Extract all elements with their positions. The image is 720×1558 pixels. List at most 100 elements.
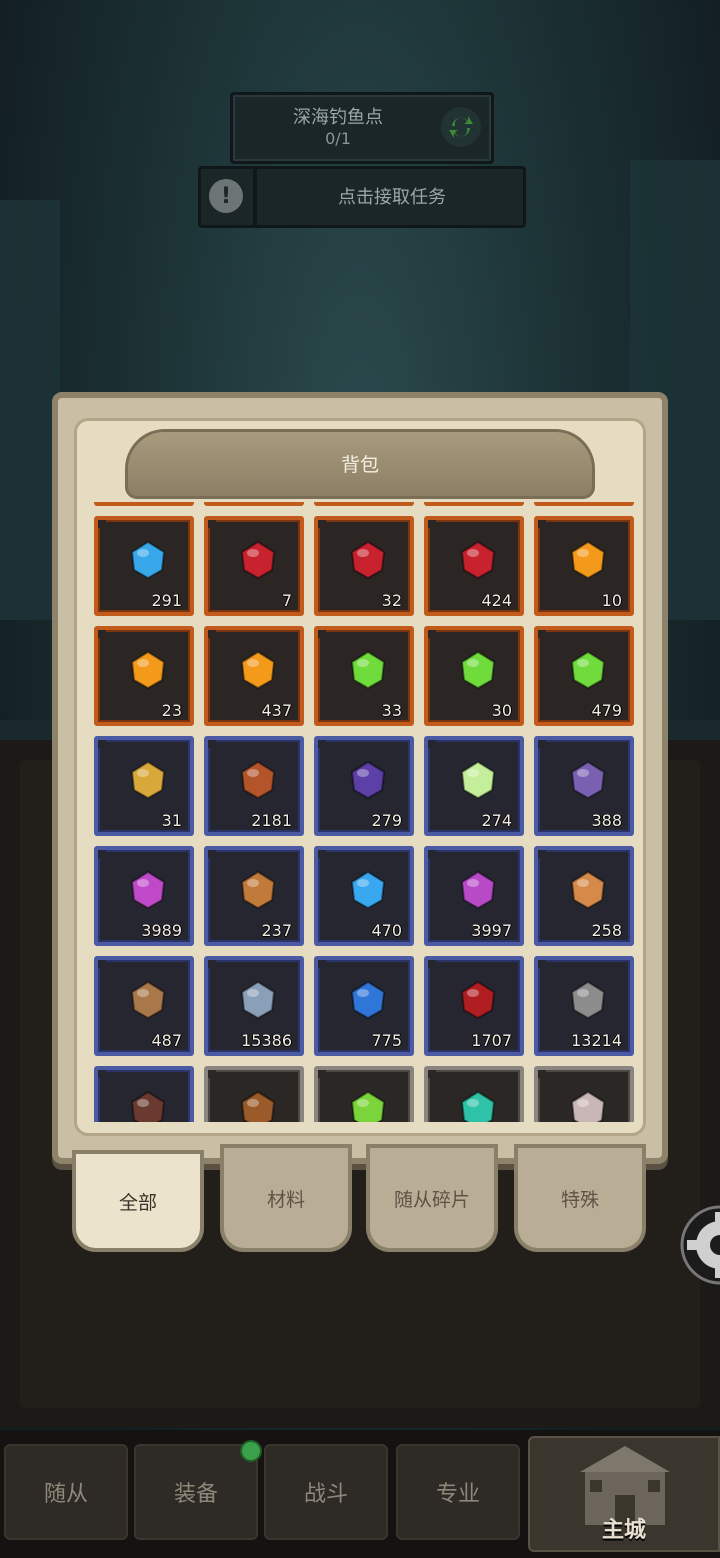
refresh-icon xyxy=(449,116,473,138)
tab-follower-shards[interactable]: 随从碎片 xyxy=(366,1144,498,1252)
bronze-armor-icon xyxy=(240,760,276,800)
gold-emblem-icon xyxy=(130,760,166,800)
item-slot[interactable]: 437 xyxy=(204,626,304,726)
item-count: 7 xyxy=(281,591,292,610)
item-slot[interactable] xyxy=(204,502,304,506)
item-slot[interactable] xyxy=(314,1066,414,1122)
purple-armor-icon xyxy=(350,760,386,800)
item-count: 437 xyxy=(261,701,292,720)
green-slime-icon xyxy=(460,760,496,800)
nav-main-city[interactable]: 主城 xyxy=(528,1436,720,1552)
green-gem-ore-icon xyxy=(460,650,496,690)
quest-tracker[interactable]: 深海钓鱼点 0/1 xyxy=(230,92,494,164)
horned-helmet-icon xyxy=(240,980,276,1020)
iron-helmet-icon xyxy=(570,980,606,1020)
frost-orb-icon xyxy=(350,870,386,910)
item-slot[interactable]: 31 xyxy=(94,736,194,836)
notification-dot-icon xyxy=(240,1440,262,1462)
nav-battle[interactable]: 战斗 xyxy=(264,1444,388,1540)
nav-equipment-label: 装备 xyxy=(173,1482,218,1507)
item-slot[interactable]: 237 xyxy=(204,846,304,946)
item-slot[interactable]: 32 xyxy=(314,516,414,616)
item-slot[interactable]: 479 xyxy=(534,626,634,726)
item-count: 15386 xyxy=(241,1031,292,1050)
bag-panel: 背包 291 7 32 424 10 23 437 33 30 479 31 2181 279 274 38… xyxy=(52,392,668,1164)
item-slot[interactable] xyxy=(314,502,414,506)
nav-followers[interactable]: 随从 xyxy=(4,1444,128,1540)
item-count: 31 xyxy=(161,811,182,830)
item-slot[interactable]: 388 xyxy=(534,736,634,836)
item-slot[interactable]: 3989 xyxy=(94,846,194,946)
tab-all[interactable]: 全部 xyxy=(72,1150,204,1252)
blue-crystal-icon xyxy=(130,540,166,580)
red-ore-icon xyxy=(350,540,386,580)
item-grid-viewport[interactable]: 291 7 32 424 10 23 437 33 30 479 31 2181 279 274 388 39… xyxy=(92,502,640,1122)
item-slot[interactable]: 3997 xyxy=(424,846,524,946)
nav-equipment[interactable]: 装备 xyxy=(134,1440,262,1540)
bag-title: 背包 xyxy=(340,454,379,476)
accept-task-button[interactable]: ! 点击接取任务 xyxy=(198,166,526,228)
magenta-armor-icon xyxy=(130,870,166,910)
item-count: 3989 xyxy=(141,921,182,940)
accept-task-label: 点击接取任务 xyxy=(338,187,446,208)
item-count: 424 xyxy=(481,591,512,610)
item-slot[interactable]: 23 xyxy=(94,626,194,726)
fire-orb-icon xyxy=(570,540,606,580)
green-leaf-icon xyxy=(350,1090,386,1122)
item-count: 23 xyxy=(161,701,182,720)
item-count: 291 xyxy=(151,591,182,610)
item-slot[interactable]: 258 xyxy=(534,846,634,946)
item-slot[interactable] xyxy=(534,502,634,506)
item-slot[interactable] xyxy=(94,1066,194,1122)
item-slot[interactable]: 487 xyxy=(94,956,194,1056)
item-count: 30 xyxy=(491,701,512,720)
nav-profession[interactable]: 专业 xyxy=(396,1444,520,1540)
item-slot[interactable]: 30 xyxy=(424,626,524,726)
item-count: 258 xyxy=(591,921,622,940)
fire-orb-icon xyxy=(240,650,276,690)
item-count: 13214 xyxy=(571,1031,622,1050)
tab-materials[interactable]: 材料 xyxy=(220,1144,352,1252)
brown-rock-icon xyxy=(130,980,166,1020)
refresh-quest-button[interactable] xyxy=(441,107,481,147)
item-slot[interactable]: 10 xyxy=(534,516,634,616)
tab-special[interactable]: 特殊 xyxy=(514,1144,646,1252)
pale-stone-icon xyxy=(570,1090,606,1122)
item-count: 479 xyxy=(591,701,622,720)
item-slot[interactable]: 279 xyxy=(314,736,414,836)
item-count: 470 xyxy=(371,921,402,940)
quest-progress: 0/1 xyxy=(325,129,351,148)
magenta-cape-icon xyxy=(460,870,496,910)
item-slot[interactable]: 33 xyxy=(314,626,414,726)
green-gem-ore-icon xyxy=(350,650,386,690)
item-slot[interactable]: 291 xyxy=(94,516,194,616)
quest-title: 深海钓鱼点 xyxy=(293,107,383,128)
item-slot[interactable]: 775 xyxy=(314,956,414,1056)
item-slot[interactable]: 13214 xyxy=(534,956,634,1056)
brown-bag-icon xyxy=(240,1090,276,1122)
item-slot[interactable] xyxy=(424,1066,524,1122)
item-count: 10 xyxy=(601,591,622,610)
item-slot[interactable] xyxy=(534,1066,634,1122)
item-slot[interactable] xyxy=(424,502,524,506)
item-slot[interactable]: 274 xyxy=(424,736,524,836)
item-count: 32 xyxy=(381,591,402,610)
item-slot[interactable]: 7 xyxy=(204,516,304,616)
item-count: 3997 xyxy=(471,921,512,940)
item-slot[interactable]: 2181 xyxy=(204,736,304,836)
teal-crystal-icon xyxy=(460,1090,496,1122)
item-slot[interactable]: 15386 xyxy=(204,956,304,1056)
item-slot[interactable] xyxy=(204,1066,304,1122)
settings-button[interactable] xyxy=(676,1204,720,1286)
item-slot[interactable]: 1707 xyxy=(424,956,524,1056)
ruin-pillar xyxy=(0,200,60,620)
item-slot[interactable]: 470 xyxy=(314,846,414,946)
purple-gauntlet-icon xyxy=(570,760,606,800)
item-slot[interactable]: 424 xyxy=(424,516,524,616)
bottom-nav: 随从 装备 战斗 专业 主城 xyxy=(0,1430,720,1558)
item-slot[interactable] xyxy=(94,502,194,506)
item-count: 775 xyxy=(371,1031,402,1050)
gear-icon xyxy=(680,1205,720,1285)
divider xyxy=(253,169,257,225)
red-ore-icon xyxy=(460,540,496,580)
